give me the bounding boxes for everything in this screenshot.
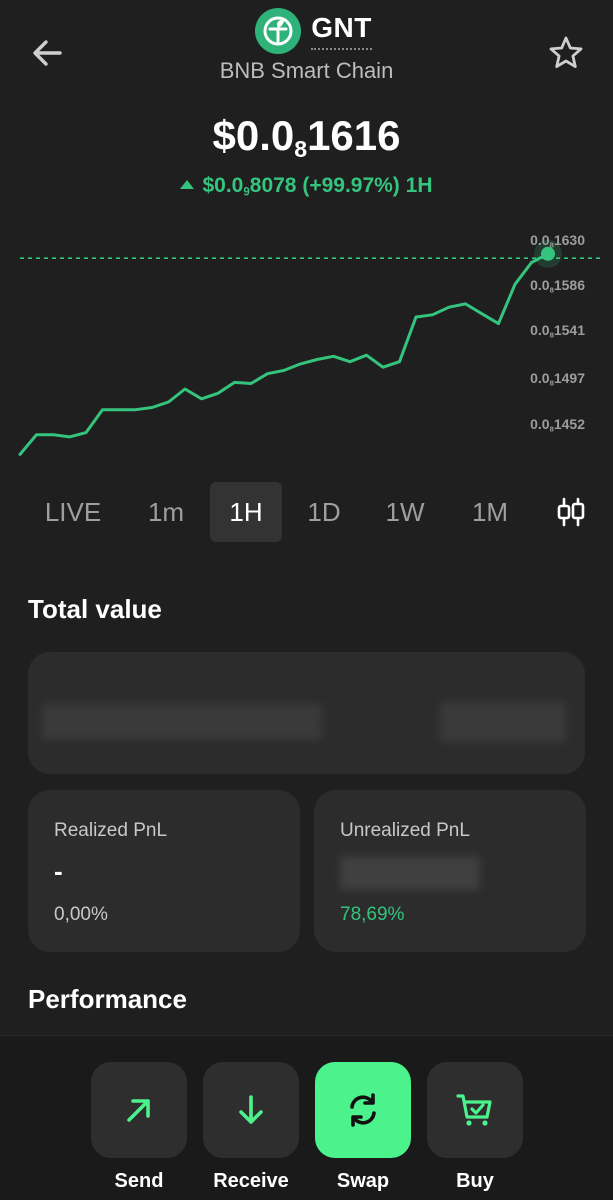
realized-pnl-percent: 0,00% <box>54 904 108 925</box>
redacted-value <box>340 856 480 890</box>
price-chart[interactable]: 0.081630 0.081586 0.081541 0.081497 0.081452 <box>0 222 613 462</box>
performance-title: Performance <box>28 984 187 1014</box>
token-title[interactable]: GNT <box>255 8 372 54</box>
realized-pnl-label: Realized PnL <box>54 820 168 841</box>
unrealized-pnl-value <box>340 856 560 890</box>
tab-1mo[interactable]: 1M <box>444 482 536 542</box>
price-series-line <box>18 252 550 456</box>
arrow-up-right-icon <box>127 1099 150 1122</box>
cart-icon <box>456 1094 492 1126</box>
swap-label: Swap <box>336 1170 390 1192</box>
tab-1h[interactable]: 1H <box>210 482 282 542</box>
y-tick-label: 0.081541 <box>530 322 585 340</box>
price-change: $0.098078 (+99.97%) 1H <box>0 174 613 198</box>
timeframe-selector: LIVE 1m 1H 1D 1W 1M <box>24 482 594 542</box>
tab-1d[interactable]: 1D <box>282 482 366 542</box>
y-tick-label: 0.081586 <box>530 277 585 295</box>
total-value-title: Total value <box>28 594 162 624</box>
redacted-value <box>42 704 322 740</box>
chain-name: BNB Smart Chain <box>219 58 394 83</box>
candlestick-toggle[interactable] <box>548 489 594 535</box>
swap-icon <box>350 1093 376 1127</box>
buy-action: Buy <box>427 1062 523 1193</box>
price-chart-svg <box>18 239 600 456</box>
send-button[interactable] <box>91 1062 187 1158</box>
unrealized-pnl-label: Unrealized PnL <box>340 820 470 841</box>
leaf-logo-icon <box>263 16 293 46</box>
swap-action: Swap <box>315 1062 411 1193</box>
total-value-card <box>28 652 585 774</box>
candlestick-icon <box>557 497 585 527</box>
tab-live[interactable]: LIVE <box>24 482 122 542</box>
unrealized-pnl-card: Unrealized PnL 78,69% <box>314 790 586 952</box>
y-tick-label: 0.081452 <box>530 416 585 434</box>
swap-button[interactable] <box>315 1062 411 1158</box>
redacted-value <box>440 702 566 742</box>
tab-1w[interactable]: 1W <box>366 482 444 542</box>
buy-label: Buy <box>456 1170 494 1192</box>
star-icon <box>549 36 583 68</box>
token-logo <box>255 8 302 54</box>
token-header: GNT BNB Smart Chain <box>0 8 613 84</box>
receive-button[interactable] <box>203 1062 299 1158</box>
receive-action: Receive <box>203 1062 299 1193</box>
current-price: $0.081616 <box>212 112 401 162</box>
y-tick-label: 0.081497 <box>530 370 585 388</box>
realized-pnl-value: - <box>54 856 63 886</box>
action-bar: Send Receive Swap Buy <box>0 1035 613 1200</box>
favorite-button[interactable] <box>543 30 589 76</box>
unrealized-pnl-percent: 78,69% <box>340 904 405 925</box>
buy-button[interactable] <box>427 1062 523 1158</box>
token-symbol: GNT <box>311 12 372 50</box>
send-action: Send <box>91 1062 187 1193</box>
realized-pnl-card: Realized PnL - 0,00% <box>28 790 300 952</box>
arrow-down-icon <box>239 1095 263 1124</box>
up-triangle-icon <box>180 180 195 189</box>
y-tick-label: 0.081630 <box>530 232 585 250</box>
send-label: Send <box>114 1170 164 1192</box>
receive-label: Receive <box>213 1170 289 1192</box>
tab-1m[interactable]: 1m <box>122 482 210 542</box>
